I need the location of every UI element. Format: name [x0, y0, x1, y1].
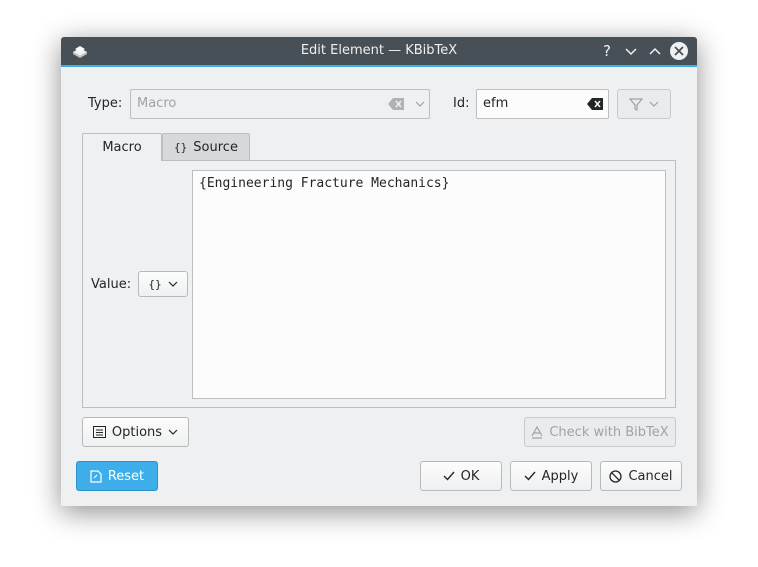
apply-label: Apply	[541, 468, 579, 484]
type-combobox[interactable]: Macro	[130, 89, 430, 119]
id-input[interactable]: efm	[476, 89, 609, 119]
options-button[interactable]: Options	[82, 417, 189, 447]
chevron-down-icon	[649, 101, 659, 107]
maximize-button[interactable]	[645, 41, 665, 61]
value-label: Value:	[91, 277, 132, 292]
chevron-down-icon	[168, 281, 178, 287]
chevron-up-icon	[649, 47, 661, 55]
reset-label: Reset	[107, 468, 145, 484]
filter-icon	[629, 97, 643, 111]
reset-button[interactable]: Reset	[76, 461, 158, 491]
tab-source-label: Source	[193, 139, 238, 155]
cancel-label: Cancel	[628, 468, 673, 484]
chevron-down-icon[interactable]	[415, 100, 425, 108]
title-bar[interactable]: Edit Element — KBibTeX ?	[61, 37, 697, 67]
minimize-button[interactable]	[621, 41, 641, 61]
checkmark-icon	[443, 471, 455, 481]
tab-macro-label: Macro	[102, 140, 142, 155]
tab-source[interactable]: {} Source	[162, 133, 250, 160]
value-type-dropdown[interactable]: {}	[138, 271, 188, 297]
braces-icon: {}	[174, 140, 188, 154]
text-check-icon	[531, 425, 543, 439]
value-text-editor[interactable]: {Engineering Fracture Mechanics}	[192, 170, 666, 399]
braces-icon: {}	[148, 277, 162, 291]
apply-button[interactable]: Apply	[510, 461, 592, 491]
checkmark-icon	[524, 471, 536, 481]
type-value: Macro	[137, 96, 177, 111]
chevron-down-icon	[168, 429, 178, 435]
id-suggestion-button[interactable]	[617, 89, 671, 119]
tab-macro[interactable]: Macro	[82, 133, 162, 161]
check-with-bibtex-label: Check with BibTeX	[549, 424, 669, 440]
ok-button[interactable]: OK	[420, 461, 502, 491]
type-label: Type:	[88, 96, 123, 111]
close-button[interactable]	[670, 42, 688, 60]
options-label: Options	[111, 424, 163, 440]
cancel-icon	[609, 469, 623, 483]
id-value: efm	[483, 96, 509, 111]
ok-label: OK	[460, 468, 480, 484]
options-list-icon	[92, 426, 106, 438]
clear-icon[interactable]	[587, 98, 603, 110]
reset-document-icon	[90, 469, 102, 483]
chevron-down-icon	[625, 48, 637, 56]
help-button[interactable]: ?	[597, 41, 617, 61]
clear-icon[interactable]	[388, 98, 404, 110]
cancel-button[interactable]: Cancel	[600, 461, 682, 491]
id-label: Id:	[453, 96, 470, 111]
check-with-bibtex-button[interactable]: Check with BibTeX	[524, 417, 676, 447]
close-icon	[674, 46, 684, 56]
edit-element-dialog: Edit Element — KBibTeX ? Type: Macro Id:…	[61, 37, 697, 506]
